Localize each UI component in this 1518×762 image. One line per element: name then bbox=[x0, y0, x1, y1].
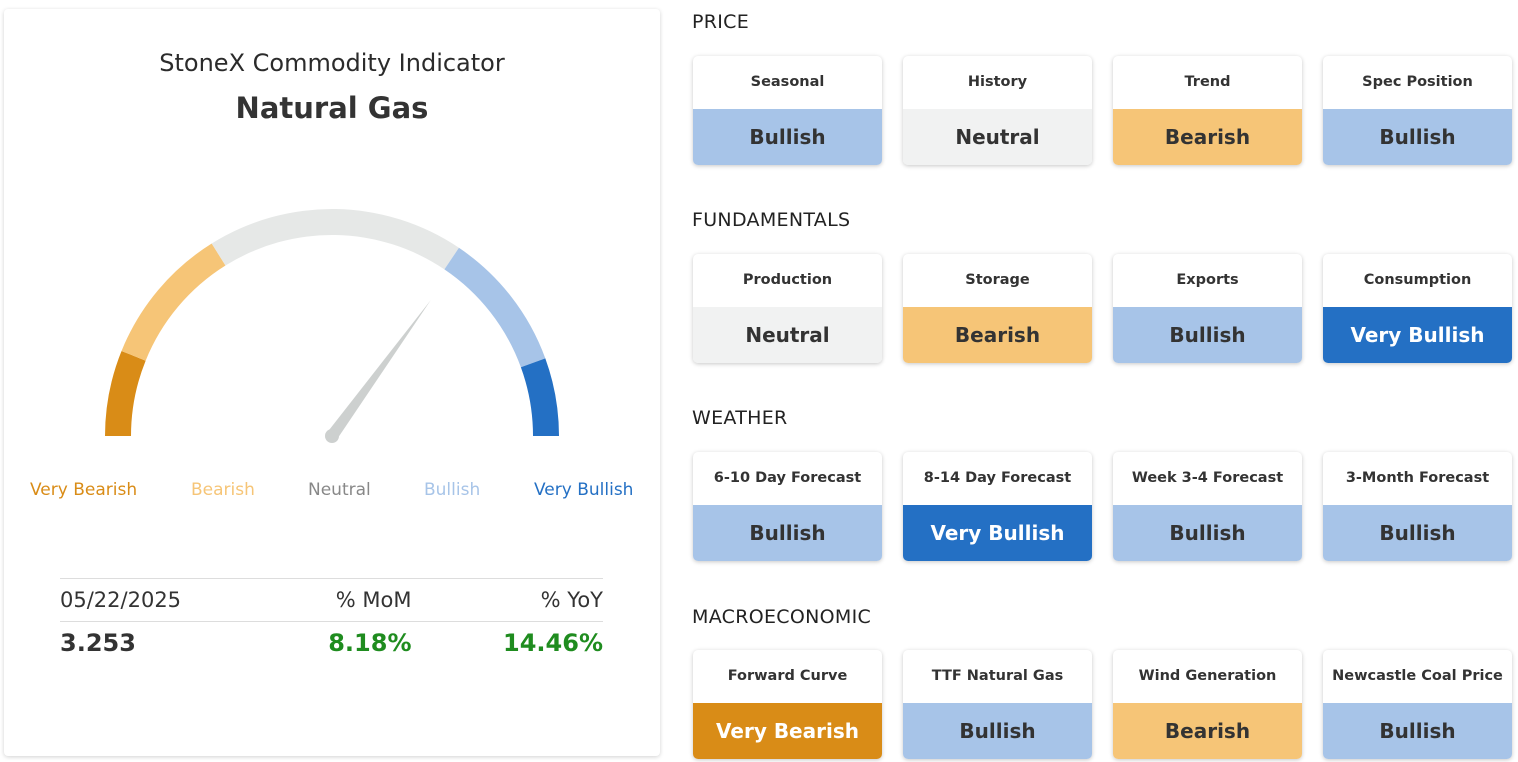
gauge-segment-bearish bbox=[121, 243, 226, 361]
indicator-tile[interactable]: History Neutral bbox=[903, 56, 1092, 165]
stats-price: 3.253 bbox=[60, 629, 136, 657]
tile-label: Forward Curve bbox=[727, 668, 848, 684]
stats-table: 05/22/2025 % MoM % YoY 3.253 8.18% 14.46… bbox=[60, 578, 603, 664]
tile-sentiment: Bullish bbox=[693, 109, 882, 165]
indicator-tile[interactable]: Week 3-4 Forecast Bullish bbox=[1113, 452, 1302, 561]
tile-sentiment: Bullish bbox=[903, 703, 1092, 759]
gauge-segment-neutral bbox=[211, 209, 459, 270]
tile-sentiment: Bearish bbox=[903, 307, 1092, 363]
tile-sentiment: Bearish bbox=[1113, 109, 1302, 165]
indicator-tile[interactable]: Consumption Very Bullish bbox=[1323, 254, 1512, 363]
stats-mom-label: % MoM bbox=[335, 588, 412, 612]
indicator-tile[interactable]: 6-10 Day Forecast Bullish bbox=[693, 452, 882, 561]
indicator-tile[interactable]: 8-14 Day Forecast Very Bullish bbox=[903, 452, 1092, 561]
stats-date: 05/22/2025 bbox=[60, 588, 182, 612]
indicator-tile[interactable]: Seasonal Bullish bbox=[693, 56, 882, 165]
tile-label: Storage bbox=[965, 272, 1030, 288]
tile-sentiment: Bullish bbox=[1113, 505, 1302, 561]
tile-label: 6-10 Day Forecast bbox=[713, 470, 862, 486]
gauge-needle-hub bbox=[325, 429, 339, 443]
tile-label: Spec Position bbox=[1362, 74, 1473, 90]
tile-label: Week 3-4 Forecast bbox=[1131, 470, 1284, 486]
indicator-card: StoneX Commodity Indicator Natural Gas V… bbox=[4, 9, 660, 756]
indicator-tile[interactable]: 3-Month Forecast Bullish bbox=[1323, 452, 1512, 561]
tile-sentiment: Very Bullish bbox=[1323, 307, 1512, 363]
gauge-label-very-bearish: Very Bearish bbox=[30, 480, 138, 500]
tile-sentiment: Bullish bbox=[1323, 109, 1512, 165]
tile-sentiment: Bullish bbox=[693, 505, 882, 561]
tile-sentiment: Bullish bbox=[1323, 505, 1512, 561]
tile-sentiment: Very Bullish bbox=[903, 505, 1092, 561]
tile-label: History bbox=[967, 74, 1028, 90]
indicator-tile[interactable]: Production Neutral bbox=[693, 254, 882, 363]
tile-sentiment: Bullish bbox=[1323, 703, 1512, 759]
stats-values-row: 3.253 8.18% 14.46% bbox=[60, 622, 603, 664]
tile-label: Production bbox=[742, 272, 833, 288]
stats-yoy-value: 14.46% bbox=[503, 629, 603, 657]
tile-label: Seasonal bbox=[750, 74, 825, 90]
stats-mom-value: 8.18% bbox=[328, 629, 412, 657]
tile-label: Trend bbox=[1184, 74, 1231, 90]
indicator-tile[interactable]: Spec Position Bullish bbox=[1323, 56, 1512, 165]
tile-label: TTF Natural Gas bbox=[931, 668, 1064, 684]
section-title-macroeconomic: MACROECONOMIC bbox=[692, 606, 872, 628]
tile-label: Newcastle Coal Price bbox=[1332, 668, 1503, 684]
tile-label: Consumption bbox=[1363, 272, 1472, 288]
tile-sentiment: Very Bearish bbox=[693, 703, 882, 759]
indicator-tile[interactable]: Storage Bearish bbox=[903, 254, 1092, 363]
tile-label: 3-Month Forecast bbox=[1345, 470, 1490, 486]
section-title-price: PRICE bbox=[692, 11, 750, 33]
gauge-label-neutral: Neutral bbox=[308, 480, 371, 500]
indicator-tile[interactable]: TTF Natural Gas Bullish bbox=[903, 650, 1092, 759]
gauge-segment-very-bearish bbox=[105, 350, 146, 436]
stats-header-row: 05/22/2025 % MoM % YoY bbox=[60, 578, 603, 622]
section-title-weather: WEATHER bbox=[692, 407, 788, 429]
gauge-label-very-bullish: Very Bullish bbox=[534, 480, 634, 500]
sentiment-gauge bbox=[105, 209, 559, 443]
tile-label: Exports bbox=[1176, 272, 1239, 288]
gauge-segment-bullish bbox=[444, 247, 546, 368]
stats-yoy-label: % YoY bbox=[540, 588, 603, 612]
tile-label: 8-14 Day Forecast bbox=[923, 470, 1072, 486]
gauge-needle bbox=[327, 300, 431, 440]
gauge-label-bullish: Bullish bbox=[424, 480, 481, 500]
tile-label: Wind Generation bbox=[1138, 668, 1277, 684]
tile-sentiment: Neutral bbox=[693, 307, 882, 363]
tile-sentiment: Bearish bbox=[1113, 703, 1302, 759]
indicator-tile[interactable]: Trend Bearish bbox=[1113, 56, 1302, 165]
tile-sentiment: Bullish bbox=[1113, 307, 1302, 363]
indicator-tile[interactable]: Wind Generation Bearish bbox=[1113, 650, 1302, 759]
indicator-tile[interactable]: Newcastle Coal Price Bullish bbox=[1323, 650, 1512, 759]
tile-sentiment: Neutral bbox=[903, 109, 1092, 165]
indicator-tile[interactable]: Exports Bullish bbox=[1113, 254, 1302, 363]
gauge-label-bearish: Bearish bbox=[191, 480, 255, 500]
section-title-fundamentals: FUNDAMENTALS bbox=[692, 209, 851, 231]
gauge-segment-very-bullish bbox=[520, 358, 559, 436]
indicator-tile[interactable]: Forward Curve Very Bearish bbox=[693, 650, 882, 759]
